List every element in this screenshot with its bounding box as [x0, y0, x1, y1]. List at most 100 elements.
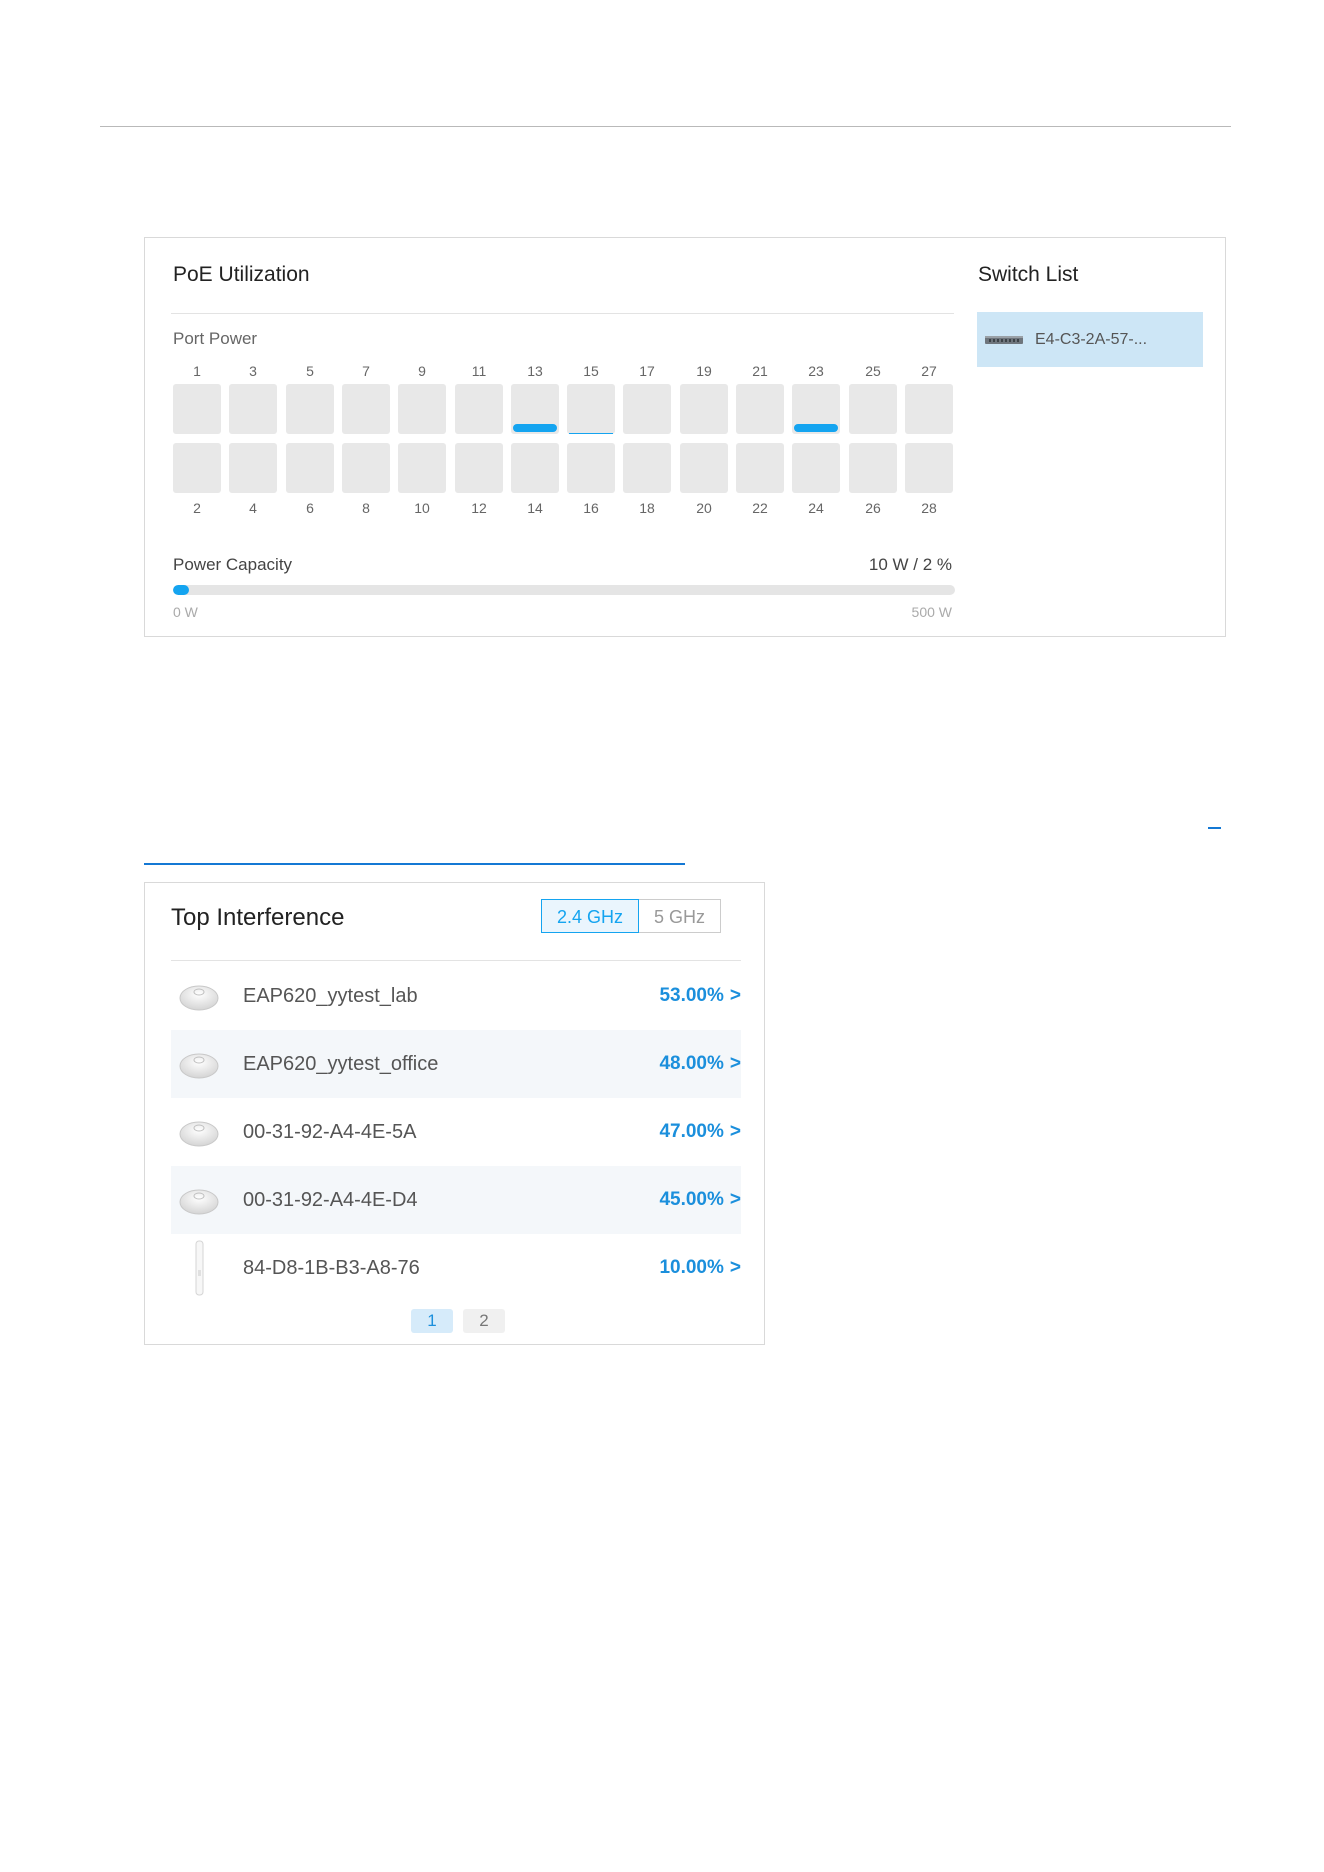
interference-value: 10.00%	[659, 1257, 724, 1278]
port-power-label: Port Power	[173, 329, 258, 348]
port-1[interactable]: 1	[173, 362, 221, 434]
port-number-label: 10	[414, 500, 430, 516]
page-2-button[interactable]: 2	[463, 1309, 505, 1333]
port-number-label: 19	[696, 363, 712, 379]
port-16[interactable]: 16	[567, 443, 615, 517]
power-capacity-value: 10 W / 2 %	[868, 555, 952, 574]
port-18[interactable]: 18	[623, 443, 671, 517]
port-number-label: 17	[639, 363, 655, 379]
port-22[interactable]: 22	[736, 443, 784, 517]
port-number-label: 25	[865, 363, 881, 379]
poe-utilization-panel: PoE Utilization Port Power 1 3 5 7 9 11 13 15 17…	[144, 237, 1226, 637]
outdoor-ap-icon	[179, 1240, 219, 1296]
top-interference-divider	[171, 960, 741, 961]
port-power-fill	[794, 424, 838, 432]
port-3[interactable]: 3	[229, 362, 277, 434]
port-number-label: 15	[583, 363, 599, 379]
port-power-box	[511, 443, 559, 493]
port-5[interactable]: 5	[286, 362, 334, 434]
port-10[interactable]: 10	[398, 443, 446, 517]
port-power-box	[567, 384, 615, 434]
port-power-box	[792, 443, 840, 493]
band-2-4ghz-button[interactable]: 2.4 GHz	[541, 899, 640, 933]
port-26[interactable]: 26	[849, 443, 897, 517]
band-5ghz-button[interactable]: 5 GHz	[639, 899, 722, 933]
section-link-underline[interactable]	[144, 863, 685, 865]
chevron-right-icon: >	[729, 1053, 741, 1074]
port-power-box	[792, 384, 840, 434]
interference-row[interactable]: 00-31-92-A4-4E-D4 45.00% >	[171, 1166, 741, 1234]
port-13[interactable]: 13	[511, 362, 559, 434]
port-8[interactable]: 8	[342, 443, 390, 517]
section-link-mark[interactable]	[1208, 827, 1221, 829]
ceiling-ap-icon	[179, 1044, 219, 1084]
port-27[interactable]: 27	[905, 362, 953, 434]
port-23[interactable]: 23	[792, 362, 840, 434]
port-power-box	[736, 384, 784, 434]
band-toggle: 2.4 GHz 5 GHz	[541, 899, 722, 933]
page-1-button[interactable]: 1	[411, 1309, 453, 1333]
port-7[interactable]: 7	[342, 362, 390, 434]
interference-list: EAP620_yytest_lab 53.00% > EAP620_yytest…	[171, 962, 741, 1302]
interference-device-name: 00-31-92-A4-4E-D4	[243, 1188, 418, 1211]
port-power-box	[680, 384, 728, 434]
interference-value: 45.00%	[659, 1189, 724, 1210]
port-power-box	[173, 443, 221, 493]
power-capacity-bar	[173, 585, 955, 595]
port-9[interactable]: 9	[398, 362, 446, 434]
power-capacity-max: 500 W	[911, 604, 952, 620]
port-17[interactable]: 17	[623, 362, 671, 434]
port-power-box	[229, 384, 277, 434]
power-capacity-fill	[173, 585, 189, 595]
top-interference-panel: Top Interference 2.4 GHz 5 GHz EAP620_yy…	[144, 882, 765, 1345]
port-power-box	[455, 443, 503, 493]
port-number-label: 22	[752, 500, 768, 516]
port-power-box	[398, 443, 446, 493]
port-25[interactable]: 25	[849, 362, 897, 434]
port-number-label: 2	[193, 500, 201, 516]
port-power-box	[849, 443, 897, 493]
port-power-fill	[569, 433, 613, 434]
port-14[interactable]: 14	[511, 443, 559, 517]
port-20[interactable]: 20	[680, 443, 728, 517]
interference-row[interactable]: 84-D8-1B-B3-A8-76 10.00% >	[171, 1234, 741, 1302]
port-number-label: 6	[306, 500, 314, 516]
poe-utilization-title: PoE Utilization	[173, 263, 310, 286]
poe-title-divider	[171, 313, 954, 314]
interference-device-name: 00-31-92-A4-4E-5A	[243, 1120, 417, 1143]
port-24[interactable]: 24	[792, 443, 840, 517]
interference-row[interactable]: EAP620_yytest_office 48.00% >	[171, 1030, 741, 1098]
port-12[interactable]: 12	[455, 443, 503, 517]
port-power-box	[623, 443, 671, 493]
port-2[interactable]: 2	[173, 443, 221, 517]
port-number-label: 14	[527, 500, 543, 516]
interference-row[interactable]: 00-31-92-A4-4E-5A 47.00% >	[171, 1098, 741, 1166]
port-4[interactable]: 4	[229, 443, 277, 517]
port-11[interactable]: 11	[455, 362, 503, 434]
port-number-label: 28	[921, 500, 937, 516]
port-power-box	[173, 384, 221, 434]
port-power-box	[905, 384, 953, 434]
port-number-label: 5	[306, 363, 314, 379]
interference-value: 47.00%	[659, 1121, 724, 1142]
interference-row[interactable]: EAP620_yytest_lab 53.00% >	[171, 962, 741, 1030]
port-number-label: 4	[249, 500, 257, 516]
port-28[interactable]: 28	[905, 443, 953, 517]
switch-list-title: Switch List	[978, 263, 1079, 286]
port-19[interactable]: 19	[680, 362, 728, 434]
port-number-label: 7	[362, 363, 370, 379]
port-power-box	[455, 384, 503, 434]
port-21[interactable]: 21	[736, 362, 784, 434]
port-number-label: 9	[418, 363, 426, 379]
port-number-label: 21	[752, 363, 768, 379]
chevron-right-icon: >	[729, 985, 741, 1006]
port-number-label: 18	[639, 500, 655, 516]
port-6[interactable]: 6	[286, 443, 334, 517]
switch-list-item[interactable]: E4-C3-2A-57-...	[977, 312, 1203, 367]
interference-device-name: EAP620_yytest_office	[243, 1052, 439, 1075]
port-15[interactable]: 15	[567, 362, 615, 434]
switch-list-item-label: E4-C3-2A-57-...	[1035, 330, 1148, 348]
power-capacity-min: 0 W	[173, 604, 198, 620]
interference-device-name: 84-D8-1B-B3-A8-76	[243, 1256, 420, 1279]
port-number-label: 27	[921, 363, 937, 379]
